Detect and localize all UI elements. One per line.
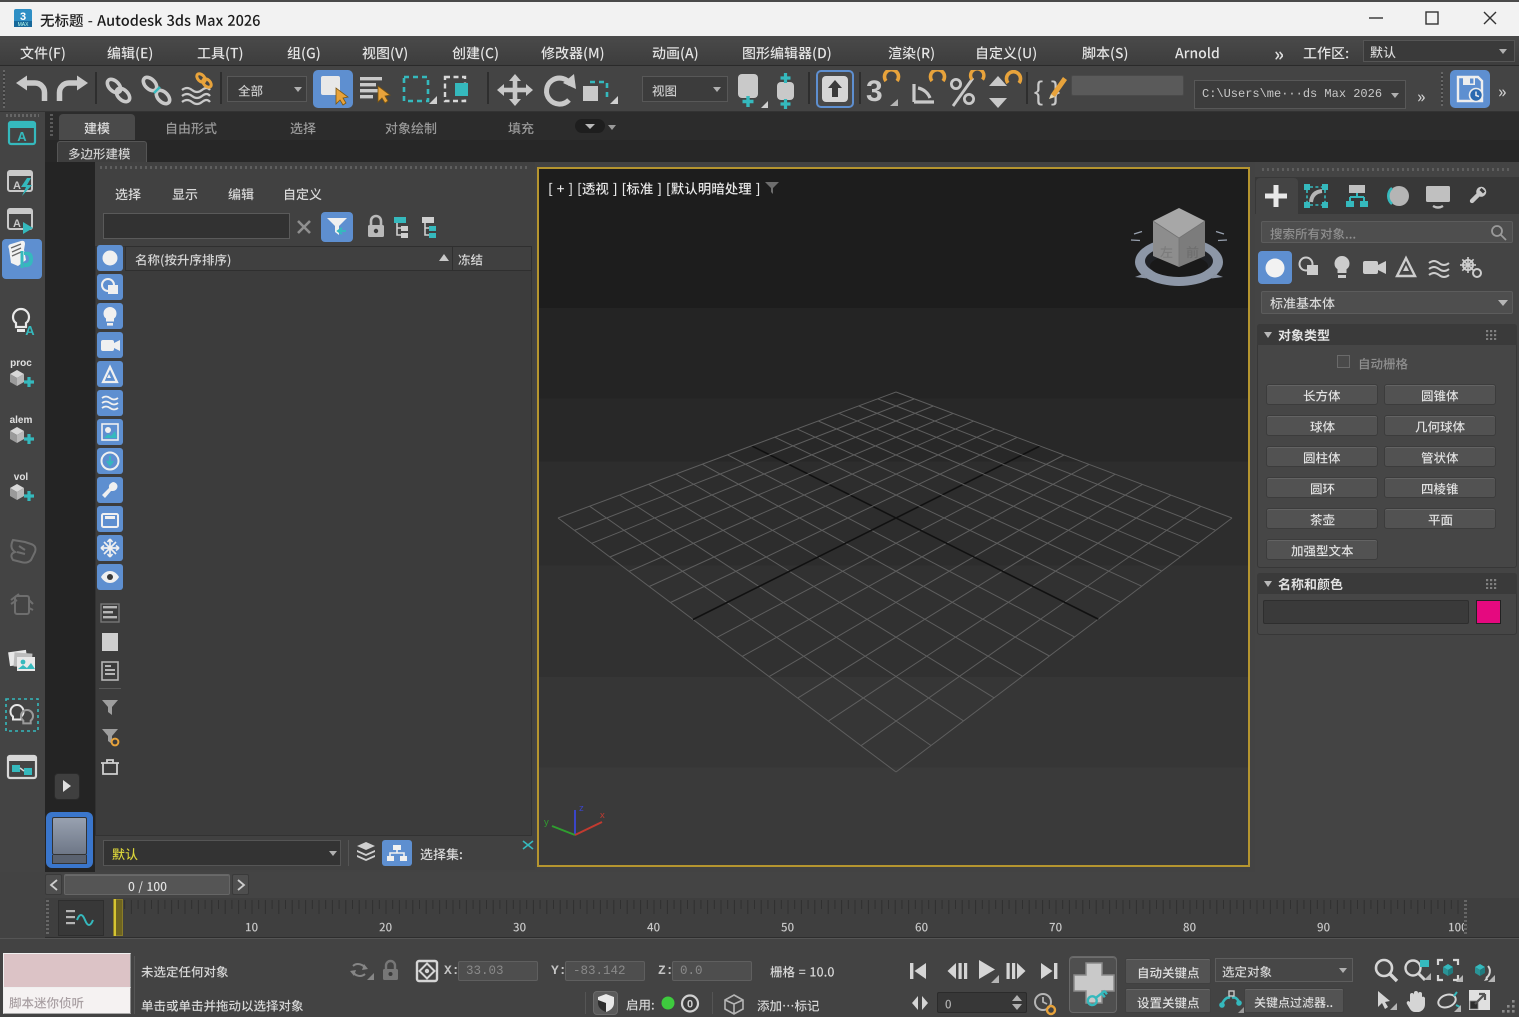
svg-text:alem: alem <box>10 415 33 426</box>
svg-text:z: z <box>579 803 584 814</box>
svg-text:0: 0 <box>687 999 693 1011</box>
svg-text:MAX: MAX <box>18 22 30 27</box>
svg-text:A: A <box>17 129 27 144</box>
svg-text:vol: vol <box>14 472 29 483</box>
svg-text:y: y <box>544 817 549 828</box>
svg-text:A: A <box>25 323 35 338</box>
svg-text:{: { <box>1034 76 1043 106</box>
svg-text:proc: proc <box>10 358 32 369</box>
svg-text:A: A <box>13 218 21 230</box>
svg-text:A: A <box>13 180 21 192</box>
svg-text:3: 3 <box>866 75 883 108</box>
svg-text:x: x <box>600 810 605 821</box>
